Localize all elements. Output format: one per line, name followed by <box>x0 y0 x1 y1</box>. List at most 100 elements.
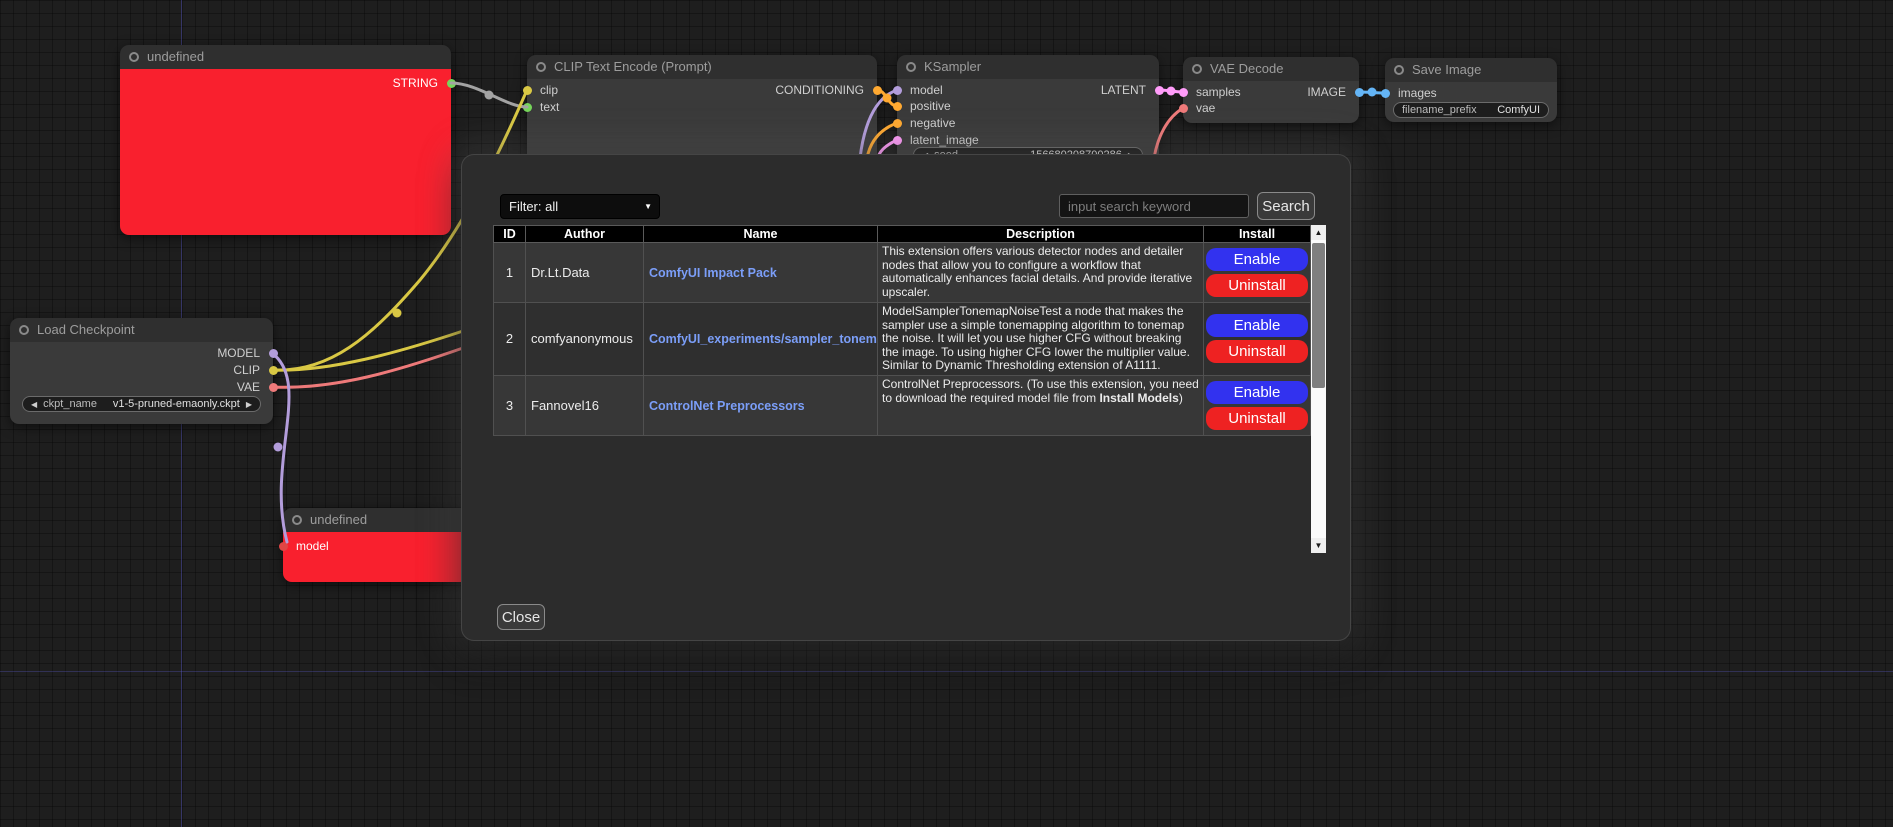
slot-dot[interactable] <box>1381 89 1390 98</box>
row-author: Fannovel16 <box>526 375 644 435</box>
slot-label: positive <box>910 99 951 113</box>
column-header-install: Install <box>1204 226 1311 243</box>
decrement-arrow-icon[interactable]: ◀ <box>31 400 37 409</box>
collapse-dot-icon[interactable] <box>129 52 139 62</box>
scrollbar-thumb[interactable] <box>1312 243 1325 388</box>
filter-select[interactable]: Filter: all <box>500 194 660 219</box>
node-ksampler[interactable]: KSampler model positive negative latent_… <box>897 55 1159 169</box>
slot-label: CLIP <box>233 363 260 377</box>
row-name: ControlNet Preprocessors <box>644 375 878 435</box>
link-wire <box>272 331 463 370</box>
graph-canvas[interactable]: undefined STRING CLIP Text Encode (Promp… <box>0 0 1893 827</box>
node-titlebar[interactable]: Load Checkpoint <box>10 318 273 342</box>
output-slot-image[interactable]: IMAGE <box>1307 84 1359 100</box>
table-scrollbar[interactable]: ▲ ▼ <box>1311 225 1326 553</box>
input-slot-clip[interactable]: clip <box>527 82 558 98</box>
slot-label: MODEL <box>217 346 260 360</box>
input-slot-negative[interactable]: negative <box>897 115 955 131</box>
node-title: undefined <box>147 49 204 64</box>
ckpt-name-widget[interactable]: ◀ ckpt_name v1-5-pruned-emaonly.ckpt ▶ <box>22 396 261 412</box>
extension-manager-dialog: Filter: all ▼ Search IDAuthorNameDescrip… <box>462 155 1350 640</box>
output-slot-model[interactable]: MODEL <box>217 345 273 361</box>
node-title: KSampler <box>924 59 981 74</box>
slot-dot[interactable] <box>269 349 278 358</box>
input-slot-vae[interactable]: vae <box>1183 100 1215 116</box>
slot-dot[interactable] <box>893 119 902 128</box>
node-titlebar[interactable]: undefined <box>120 45 451 69</box>
slot-dot[interactable] <box>269 366 278 375</box>
slot-dot[interactable] <box>269 383 278 392</box>
output-slot-latent[interactable]: LATENT <box>1101 82 1159 98</box>
input-slot-model[interactable]: model <box>283 538 329 554</box>
input-slot-positive[interactable]: positive <box>897 98 951 114</box>
node-clip-text-encode[interactable]: CLIP Text Encode (Prompt) clip text COND… <box>527 55 877 165</box>
output-slot-vae[interactable]: VAE <box>237 379 273 395</box>
link-wire <box>451 83 527 107</box>
input-slot-model[interactable]: model <box>897 82 943 98</box>
slot-label: model <box>296 539 329 553</box>
node-titlebar[interactable]: KSampler <box>897 55 1159 79</box>
extension-row: 2comfyanonymousComfyUI_experiments/sampl… <box>494 303 1311 376</box>
scroll-down-arrow-icon[interactable]: ▼ <box>1311 538 1326 553</box>
node-titlebar[interactable]: Save Image <box>1385 58 1557 82</box>
collapse-dot-icon[interactable] <box>536 62 546 72</box>
output-slot-string[interactable]: STRING <box>393 75 451 91</box>
extension-table: IDAuthorNameDescriptionInstall 1Dr.Lt.Da… <box>493 225 1310 436</box>
slot-label: vae <box>1196 101 1215 115</box>
slot-dot[interactable] <box>1179 104 1188 113</box>
extension-link[interactable]: ComfyUI Impact Pack <box>649 266 777 280</box>
widget-value: v1-5-pruned-emaonly.ckpt <box>113 398 240 410</box>
collapse-dot-icon[interactable] <box>1394 65 1404 75</box>
node-save-image[interactable]: Save Image images filename_prefix ComfyU… <box>1385 58 1557 122</box>
collapse-dot-icon[interactable] <box>19 325 29 335</box>
slot-label: LATENT <box>1101 83 1146 97</box>
slot-dot[interactable] <box>279 542 288 551</box>
node-undefined-top[interactable]: undefined STRING <box>120 45 451 235</box>
link-midpoint-dot <box>1167 87 1176 96</box>
uninstall-button[interactable]: Uninstall <box>1206 407 1308 430</box>
slot-dot[interactable] <box>873 86 882 95</box>
link-midpoint-dot <box>393 309 402 318</box>
output-slot-conditioning[interactable]: CONDITIONING <box>775 82 877 98</box>
slot-dot[interactable] <box>523 86 532 95</box>
extension-link[interactable]: ControlNet Preprocessors <box>649 399 805 413</box>
input-slot-text[interactable]: text <box>527 99 559 115</box>
input-slot-latent-image[interactable]: latent_image <box>897 132 979 148</box>
node-load-checkpoint[interactable]: Load Checkpoint MODEL CLIP VAE ◀ ckpt_na… <box>10 318 273 424</box>
uninstall-button[interactable]: Uninstall <box>1206 340 1308 363</box>
increment-arrow-icon[interactable]: ▶ <box>246 400 252 409</box>
slot-dot[interactable] <box>447 79 456 88</box>
output-slot-clip[interactable]: CLIP <box>233 362 273 378</box>
search-input[interactable] <box>1059 194 1249 218</box>
row-install: Enable Uninstall <box>1204 375 1311 435</box>
input-slot-images[interactable]: images <box>1385 85 1437 101</box>
row-name: ComfyUI Impact Pack <box>644 243 878 303</box>
extension-row: 3Fannovel16ControlNet PreprocessorsContr… <box>494 375 1311 435</box>
collapse-dot-icon[interactable] <box>906 62 916 72</box>
slot-label: IMAGE <box>1307 85 1346 99</box>
enable-button[interactable]: Enable <box>1206 314 1308 337</box>
enable-button[interactable]: Enable <box>1206 248 1308 271</box>
node-titlebar[interactable]: VAE Decode <box>1183 57 1359 81</box>
input-slot-samples[interactable]: samples <box>1183 84 1241 100</box>
slot-dot[interactable] <box>893 136 902 145</box>
slot-dot[interactable] <box>893 86 902 95</box>
uninstall-button[interactable]: Uninstall <box>1206 274 1308 297</box>
slot-dot[interactable] <box>1355 88 1364 97</box>
collapse-dot-icon[interactable] <box>292 515 302 525</box>
filename-prefix-widget[interactable]: filename_prefix ComfyUI <box>1393 102 1549 118</box>
slot-label: images <box>1398 86 1437 100</box>
close-button[interactable]: Close <box>497 604 545 630</box>
slot-label: samples <box>1196 85 1241 99</box>
slot-dot[interactable] <box>893 102 902 111</box>
scroll-up-arrow-icon[interactable]: ▲ <box>1311 225 1326 240</box>
slot-dot[interactable] <box>1179 88 1188 97</box>
node-vae-decode[interactable]: VAE Decode samples vae IMAGE <box>1183 57 1359 123</box>
extension-link[interactable]: ComfyUI_experiments/sampler_tonemap <box>649 332 878 346</box>
collapse-dot-icon[interactable] <box>1192 64 1202 74</box>
enable-button[interactable]: Enable <box>1206 381 1308 404</box>
slot-dot[interactable] <box>1155 86 1164 95</box>
node-titlebar[interactable]: CLIP Text Encode (Prompt) <box>527 55 877 79</box>
slot-dot[interactable] <box>523 103 532 112</box>
search-button[interactable]: Search <box>1257 192 1315 220</box>
